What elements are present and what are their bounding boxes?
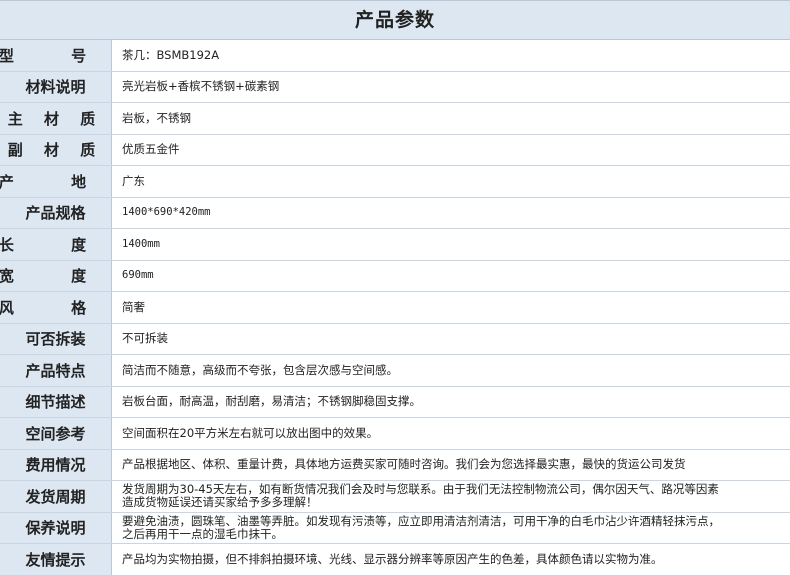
row-cost: 费用情况 产品根据地区、体积、重量计费，具体地方运费买家可随时咨询。我们会为您选… [0, 449, 790, 481]
label-model: 型 号 [0, 40, 112, 71]
row-style: 风 格 简奢 [0, 292, 790, 324]
row-details: 细节描述 岩板台面，耐高温，耐刮磨，易清洁；不锈钢脚稳固支撑。 [0, 386, 790, 418]
label-notice: 友情提示 [0, 544, 112, 575]
value-sub-material: 优质五金件 [122, 142, 180, 157]
row-length: 长 度 1400mm [0, 229, 790, 261]
row-main-material: 主 材 质 岩板，不锈钢 [0, 103, 790, 135]
label-length: 长 度 [0, 229, 112, 260]
label-details: 细节描述 [0, 386, 112, 417]
value-cost: 产品根据地区、体积、重量计费，具体地方运费买家可随时咨询。我们会为您选择最实惠，… [122, 457, 686, 472]
value-care: 要避免油渍，圆珠笔、油墨等弄脏。如发现有污渍等，应立即用清洁剂清洁，可用干净的白… [122, 513, 720, 541]
label-assembly: 可否拆装 [0, 323, 112, 354]
row-notice: 友情提示 产品均为实物拍摄，但不排斜拍摄环境、光线、显示器分辨率等原因产生的色差… [0, 544, 790, 576]
label-width: 宽 度 [0, 260, 112, 291]
label-spec: 产品规格 [0, 197, 112, 228]
value-space-ref: 空间面积在20平方米左右就可以放出图中的效果。 [122, 425, 379, 440]
value-width: 690mm [122, 269, 154, 282]
row-width: 宽 度 690mm [0, 260, 790, 292]
row-assembly: 可否拆装 不可拆装 [0, 323, 790, 355]
row-care: 保养说明 要避免油渍，圆珠笔、油墨等弄脏。如发现有污渍等，应立即用清洁剂清洁，可… [0, 512, 790, 544]
row-origin: 产 地 广东 [0, 166, 790, 198]
label-cost: 费用情况 [0, 449, 112, 480]
label-space-ref: 空间参考 [0, 418, 112, 449]
row-material-desc: 材料说明 亮光岩板+香槟不锈钢+碳素钢 [0, 71, 790, 103]
label-origin: 产 地 [0, 166, 112, 197]
label-care: 保养说明 [0, 512, 112, 543]
value-style: 简奢 [122, 299, 145, 314]
label-features: 产品特点 [0, 355, 112, 386]
product-params-table: 产品参数 型 号 茶几：BSMB192A 材料说明 亮光岩板+香槟不锈钢+碳素钢… [0, 0, 790, 576]
label-style: 风 格 [0, 292, 112, 323]
label-material-desc: 材料说明 [0, 71, 112, 102]
row-features: 产品特点 简洁而不随意，高级而不夸张，包含层次感与空间感。 [0, 355, 790, 387]
value-main-material: 岩板，不锈钢 [122, 110, 191, 125]
row-shipping: 发货周期 发货周期为30-45天左右，如有断货情况我们会及时与您联系。由于我们无… [0, 481, 790, 513]
value-features: 简洁而不随意，高级而不夸张，包含层次感与空间感。 [122, 362, 398, 377]
value-assembly: 不可拆装 [122, 331, 168, 346]
label-main-material: 主 材 质 [0, 103, 112, 134]
row-spec: 产品规格 1400*690*420mm [0, 197, 790, 229]
row-model: 型 号 茶几：BSMB192A [0, 40, 790, 72]
value-details: 岩板台面，耐高温，耐刮磨，易清洁；不锈钢脚稳固支撑。 [122, 394, 421, 409]
row-sub-material: 副 材 质 优质五金件 [0, 134, 790, 166]
label-sub-material: 副 材 质 [0, 134, 112, 165]
value-shipping: 发货周期为30-45天左右，如有断货情况我们会及时与您联系。由于我们无法控制物流… [122, 482, 719, 510]
table-title: 产品参数 [0, 0, 790, 40]
value-origin: 广东 [122, 173, 145, 188]
value-spec: 1400*690*420mm [122, 206, 211, 219]
param-rows: 型 号 茶几：BSMB192A 材料说明 亮光岩板+香槟不锈钢+碳素钢 主 材 … [0, 40, 790, 576]
row-space-ref: 空间参考 空间面积在20平方米左右就可以放出图中的效果。 [0, 418, 790, 450]
value-model: 茶几：BSMB192A [122, 47, 220, 62]
value-notice: 产品均为实物拍摄，但不排斜拍摄环境、光线、显示器分辨率等原因产生的色差，具体颜色… [122, 551, 663, 566]
value-length: 1400mm [122, 237, 160, 250]
label-shipping: 发货周期 [0, 481, 112, 512]
value-material-desc: 亮光岩板+香槟不锈钢+碳素钢 [122, 79, 280, 94]
